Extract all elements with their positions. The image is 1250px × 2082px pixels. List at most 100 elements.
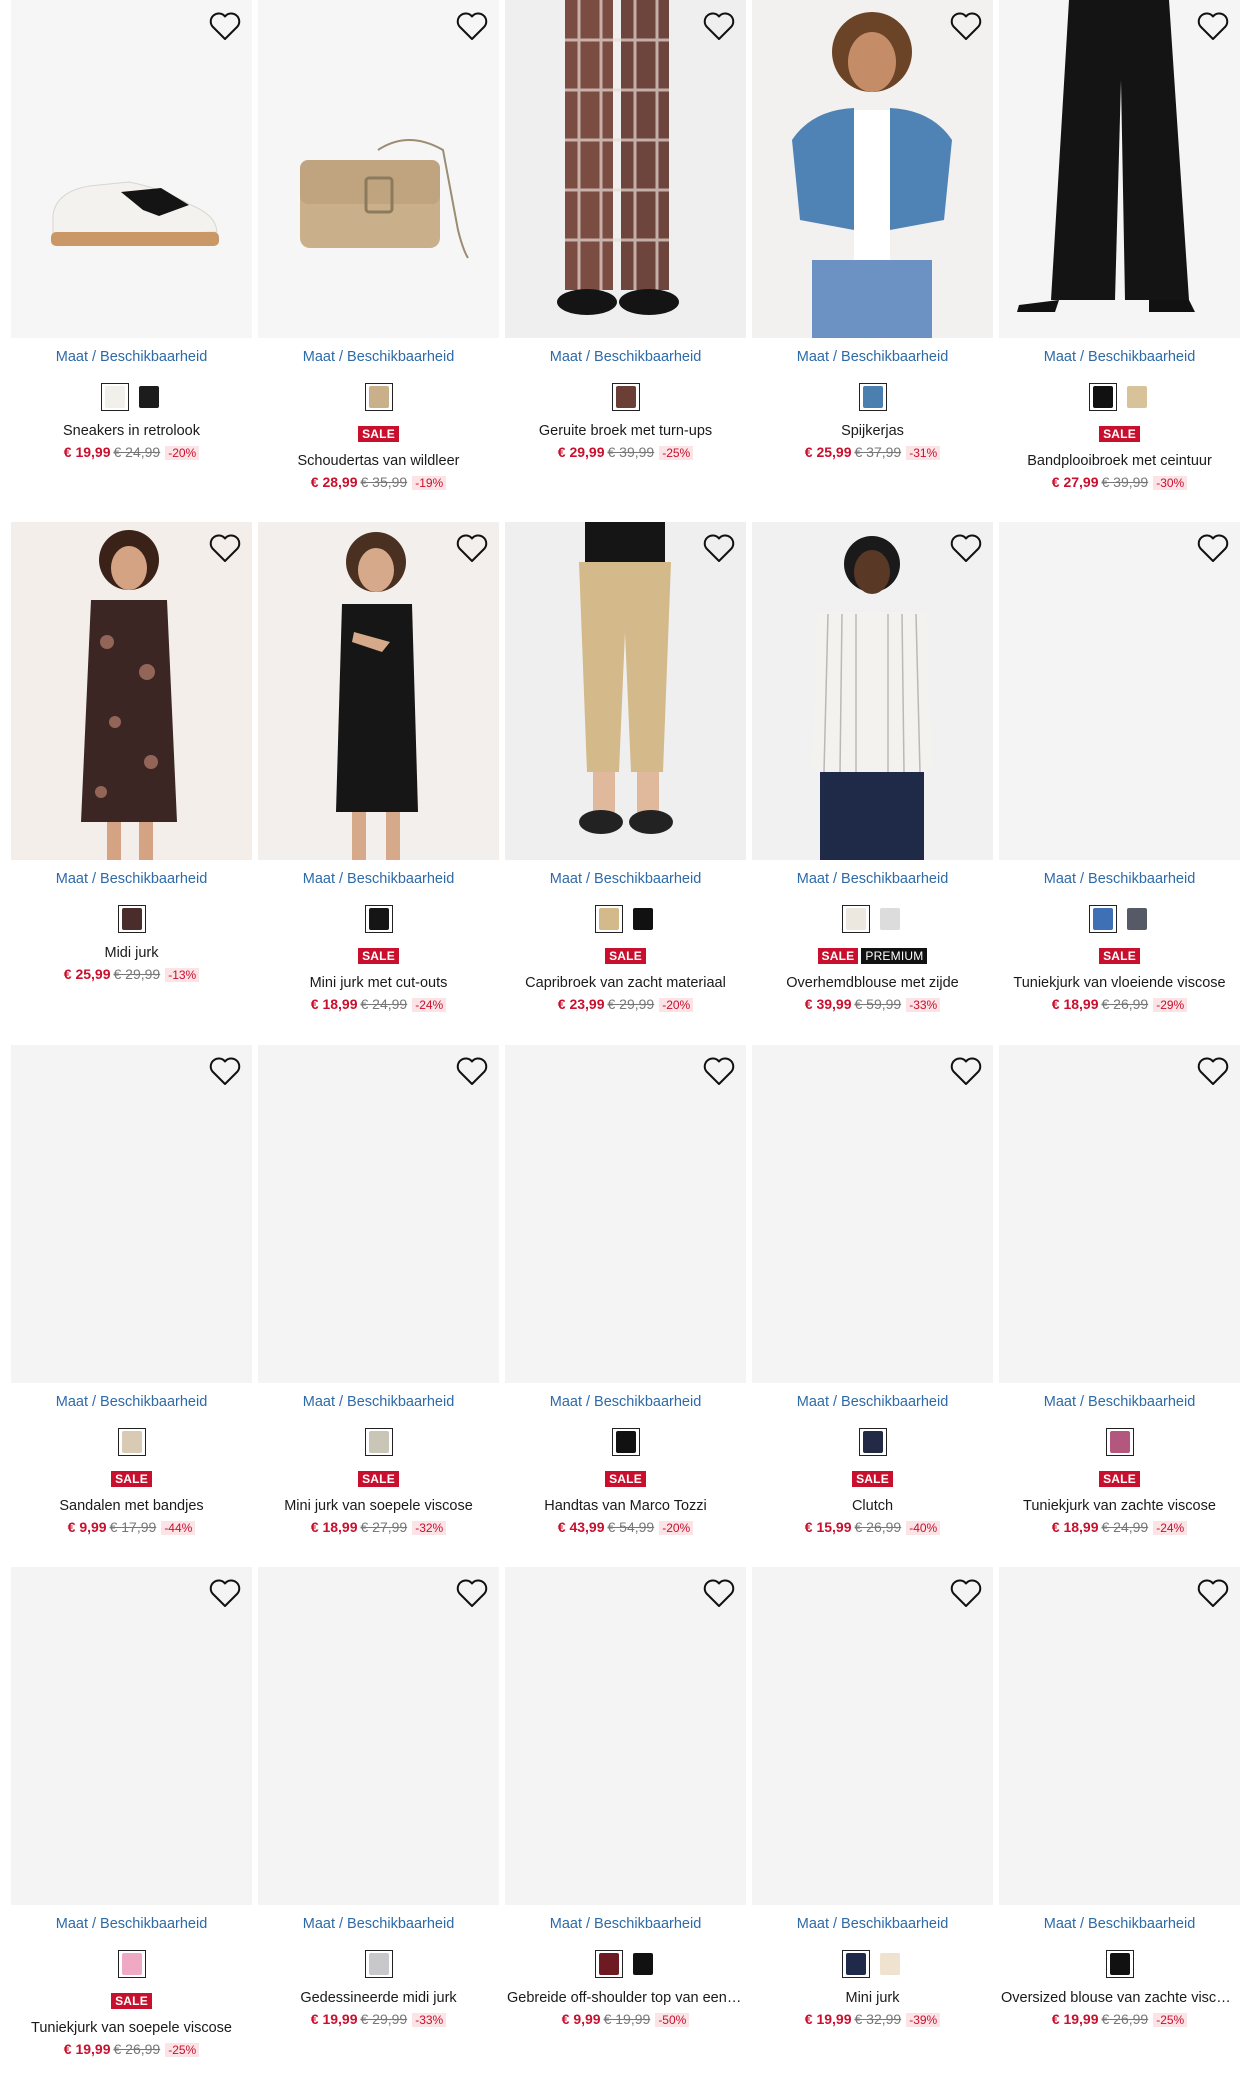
product-card[interactable]: Maat / Beschikbaarheid SALE Mini jurk met … xyxy=(258,522,499,1022)
product-card[interactable]: Maat / Beschikbaarheid SALE Schoudertas va… xyxy=(258,0,499,500)
size-availability-link[interactable]: Maat / Beschikbaarheid xyxy=(505,349,746,365)
product-name[interactable]: Tuniekjurk van vloeiende viscose xyxy=(1001,975,1238,991)
product-image[interactable] xyxy=(752,1045,993,1383)
color-swatch[interactable] xyxy=(100,383,129,411)
size-availability-link[interactable]: Maat / Beschikbaarheid xyxy=(258,1916,499,1932)
color-swatch[interactable] xyxy=(858,383,887,411)
product-name[interactable]: Bandplooibroek met ceintuur xyxy=(1001,453,1238,469)
product-card[interactable]: Maat / Beschikbaarheid Mini jurk € 19,99 € … xyxy=(752,1567,993,2067)
color-swatch[interactable] xyxy=(628,905,657,933)
product-name[interactable]: Capribroek van zacht materiaal xyxy=(507,975,744,991)
wishlist-heart-icon[interactable] xyxy=(208,1577,242,1609)
color-swatch[interactable] xyxy=(364,905,393,933)
size-availability-link[interactable]: Maat / Beschikbaarheid xyxy=(752,349,993,365)
wishlist-heart-icon[interactable] xyxy=(1196,532,1230,564)
product-image[interactable] xyxy=(999,1567,1240,1905)
product-image[interactable] xyxy=(258,0,499,338)
product-image[interactable] xyxy=(999,0,1240,338)
product-name[interactable]: Mini jurk met cut-outs xyxy=(260,975,497,991)
size-availability-link[interactable]: Maat / Beschikbaarheid xyxy=(11,1394,252,1410)
product-name[interactable]: Sandalen met bandjes xyxy=(13,1498,250,1514)
size-availability-link[interactable]: Maat / Beschikbaarheid xyxy=(505,1916,746,1932)
wishlist-heart-icon[interactable] xyxy=(702,532,736,564)
product-image[interactable] xyxy=(505,522,746,860)
product-name[interactable]: Gedessineerde midi jurk xyxy=(260,1990,497,2006)
product-name[interactable]: Gebreide off-shoulder top van een … xyxy=(507,1990,744,2006)
product-card[interactable]: Maat / Beschikbaarheid SALE Capribroek van… xyxy=(505,522,746,1022)
product-card[interactable]: Maat / Beschikbaarheid SALE Mini jurk van … xyxy=(258,1045,499,1545)
color-swatch[interactable] xyxy=(117,905,146,933)
color-swatch[interactable] xyxy=(117,1950,146,1978)
size-availability-link[interactable]: Maat / Beschikbaarheid xyxy=(752,1394,993,1410)
size-availability-link[interactable]: Maat / Beschikbaarheid xyxy=(999,871,1240,887)
color-swatch[interactable] xyxy=(1122,383,1151,411)
color-swatch[interactable] xyxy=(1088,383,1117,411)
product-card[interactable]: Maat / Beschikbaarheid Geruite broek met … xyxy=(505,0,746,500)
wishlist-heart-icon[interactable] xyxy=(702,1577,736,1609)
product-image[interactable] xyxy=(505,1567,746,1905)
product-name[interactable]: Tuniekjurk van soepele viscose xyxy=(13,2020,250,2036)
color-swatch[interactable] xyxy=(611,1428,640,1456)
product-card[interactable]: Maat / Beschikbaarheid Gebreide off-shoul… xyxy=(505,1567,746,2067)
color-swatch[interactable] xyxy=(117,1428,146,1456)
size-availability-link[interactable]: Maat / Beschikbaarheid xyxy=(752,871,993,887)
product-image[interactable] xyxy=(11,1567,252,1905)
product-card[interactable]: Maat / Beschikbaarheid SALE PREMIUM Overhem… xyxy=(752,522,993,1022)
wishlist-heart-icon[interactable] xyxy=(702,1055,736,1087)
color-swatch[interactable] xyxy=(134,383,163,411)
wishlist-heart-icon[interactable] xyxy=(949,10,983,42)
wishlist-heart-icon[interactable] xyxy=(208,1055,242,1087)
product-image[interactable] xyxy=(505,1045,746,1383)
product-image[interactable] xyxy=(999,522,1240,860)
wishlist-heart-icon[interactable] xyxy=(208,532,242,564)
wishlist-heart-icon[interactable] xyxy=(208,10,242,42)
color-swatch[interactable] xyxy=(1105,1950,1134,1978)
size-availability-link[interactable]: Maat / Beschikbaarheid xyxy=(11,1916,252,1932)
wishlist-heart-icon[interactable] xyxy=(1196,1577,1230,1609)
product-card[interactable]: Maat / Beschikbaarheid Oversized blouse v… xyxy=(999,1567,1240,2067)
size-availability-link[interactable]: Maat / Beschikbaarheid xyxy=(999,1916,1240,1932)
size-availability-link[interactable]: Maat / Beschikbaarheid xyxy=(258,871,499,887)
product-card[interactable]: Maat / Beschikbaarheid SALE Bandplooibroek… xyxy=(999,0,1240,500)
product-image[interactable] xyxy=(999,1045,1240,1383)
color-swatch[interactable] xyxy=(841,905,870,933)
product-image[interactable] xyxy=(258,1567,499,1905)
product-name[interactable]: Mini jurk xyxy=(754,1990,991,2006)
product-card[interactable]: Maat / Beschikbaarheid SALE Tuniekjurk van… xyxy=(999,1045,1240,1545)
product-card[interactable]: Maat / Beschikbaarheid Sneakers in retrol… xyxy=(11,0,252,500)
size-availability-link[interactable]: Maat / Beschikbaarheid xyxy=(999,349,1240,365)
wishlist-heart-icon[interactable] xyxy=(702,10,736,42)
color-swatch[interactable] xyxy=(1105,1428,1134,1456)
size-availability-link[interactable]: Maat / Beschikbaarheid xyxy=(505,871,746,887)
product-card[interactable]: Maat / Beschikbaarheid SALE Clutch € 15,99 €… xyxy=(752,1045,993,1545)
wishlist-heart-icon[interactable] xyxy=(455,532,489,564)
wishlist-heart-icon[interactable] xyxy=(949,1055,983,1087)
product-card[interactable]: Maat / Beschikbaarheid SALE Tuniekjurk van… xyxy=(999,522,1240,1022)
product-card[interactable]: Maat / Beschikbaarheid SALE Tuniekjurk van… xyxy=(11,1567,252,2067)
product-card[interactable]: Maat / Beschikbaarheid Gedessineerde midi… xyxy=(258,1567,499,2067)
color-swatch[interactable] xyxy=(364,1428,393,1456)
size-availability-link[interactable]: Maat / Beschikbaarheid xyxy=(258,349,499,365)
product-name[interactable]: Midi jurk xyxy=(13,945,250,961)
size-availability-link[interactable]: Maat / Beschikbaarheid xyxy=(258,1394,499,1410)
product-image[interactable] xyxy=(258,522,499,860)
product-name[interactable]: Overhemdblouse met zijde xyxy=(754,975,991,991)
size-availability-link[interactable]: Maat / Beschikbaarheid xyxy=(11,871,252,887)
wishlist-heart-icon[interactable] xyxy=(455,1055,489,1087)
color-swatch[interactable] xyxy=(364,1950,393,1978)
color-swatch[interactable] xyxy=(875,905,904,933)
color-swatch[interactable] xyxy=(364,383,393,411)
color-swatch[interactable] xyxy=(611,383,640,411)
wishlist-heart-icon[interactable] xyxy=(1196,1055,1230,1087)
product-image[interactable] xyxy=(752,0,993,338)
product-image[interactable] xyxy=(11,1045,252,1383)
color-swatch[interactable] xyxy=(1122,905,1151,933)
color-swatch[interactable] xyxy=(1088,905,1117,933)
product-image[interactable] xyxy=(258,1045,499,1383)
wishlist-heart-icon[interactable] xyxy=(949,1577,983,1609)
product-card[interactable]: Maat / Beschikbaarheid Spijkerjas € 25,99 €… xyxy=(752,0,993,500)
wishlist-heart-icon[interactable] xyxy=(949,532,983,564)
size-availability-link[interactable]: Maat / Beschikbaarheid xyxy=(752,1916,993,1932)
product-name[interactable]: Clutch xyxy=(754,1498,991,1514)
product-image[interactable] xyxy=(505,0,746,338)
